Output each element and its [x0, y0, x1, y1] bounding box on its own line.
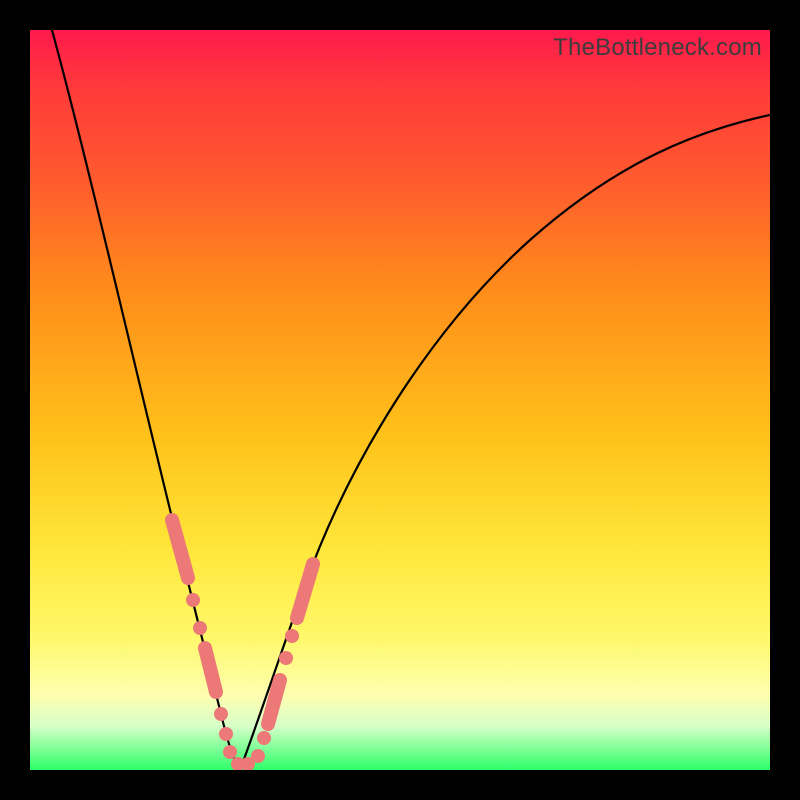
marker-capsule-right-upper	[297, 564, 313, 618]
marker-capsule-left-lower	[205, 648, 216, 692]
outer-frame: TheBottleneck.com	[0, 0, 800, 800]
marker-cluster	[172, 520, 313, 770]
marker-dot	[257, 731, 271, 745]
marker-dot	[223, 745, 237, 759]
marker-dot	[285, 629, 299, 643]
plot-area: TheBottleneck.com	[30, 30, 770, 770]
marker-dot	[251, 749, 265, 763]
marker-capsule-left-upper	[172, 520, 188, 578]
marker-dot	[193, 621, 207, 635]
marker-dot	[186, 593, 200, 607]
curve-right-branch	[240, 115, 770, 770]
marker-dot	[214, 707, 228, 721]
marker-dot	[279, 651, 293, 665]
marker-dot	[219, 727, 233, 741]
v-curve-chart	[30, 30, 770, 770]
